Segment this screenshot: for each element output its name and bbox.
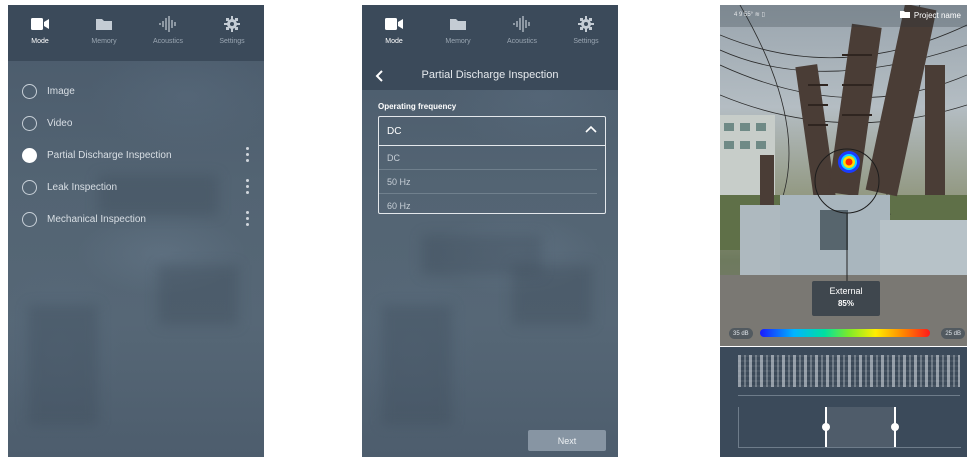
tab-settings[interactable]: Settings [554, 5, 618, 45]
tab-label: Mode [31, 38, 49, 45]
waveform-icon [512, 15, 532, 33]
radio-button[interactable] [22, 179, 37, 195]
mode-label: Partial Discharge Inspection [47, 149, 172, 161]
tab-settings[interactable]: Settings [200, 5, 264, 45]
frequency-dropdown[interactable]: DC DC 50 Hz 60 Hz [378, 116, 606, 214]
mode-label: Leak Inspection [47, 181, 118, 193]
callout-title: External [829, 286, 863, 296]
mode-label: Image [47, 85, 75, 97]
folder-icon [899, 10, 910, 20]
mode-option-image[interactable]: Image [8, 75, 264, 107]
camera-icon [384, 15, 404, 33]
status-text: 4 9 55° ≋ ▯ [734, 12, 765, 18]
tab-mode[interactable]: Mode [8, 5, 72, 45]
mode-list: Image Video Partial Discharge Inspection… [8, 75, 264, 235]
frequency-selection-range[interactable] [826, 407, 896, 447]
scale-max-badge[interactable]: 25 dB [941, 328, 965, 339]
radio-button-selected[interactable] [22, 147, 37, 163]
tab-label: Settings [573, 38, 599, 45]
more-options-icon[interactable] [246, 179, 250, 194]
waveform-icon [158, 15, 178, 33]
project-selector[interactable]: Project name [899, 10, 961, 20]
tab-label: Settings [219, 38, 245, 45]
tab-label: Memory [445, 38, 471, 45]
page-title: Partial Discharge Inspection [421, 69, 559, 81]
dropdown-option[interactable]: 60 Hz [379, 194, 597, 217]
radio-button[interactable] [22, 115, 37, 131]
mode-option-partial-discharge[interactable]: Partial Discharge Inspection [8, 139, 264, 171]
tab-acoustics[interactable]: Acoustics [136, 5, 200, 45]
tab-memory[interactable]: Memory [426, 5, 490, 45]
frequency-axis [738, 395, 960, 396]
mode-option-video[interactable]: Video [8, 107, 264, 139]
callout-value: 85% [837, 299, 854, 308]
radio-button[interactable] [22, 83, 37, 99]
mode-screen: Mode Memory Acoustics Settings Image Vid… [8, 5, 264, 457]
project-name: Project name [913, 10, 961, 20]
tab-mode[interactable]: Mode [362, 5, 426, 45]
color-gradient-bar [760, 329, 930, 337]
sub-header: Partial Discharge Inspection [362, 61, 618, 90]
tab-label: Memory [91, 38, 117, 45]
gear-icon [224, 15, 240, 33]
status-bar: 4 9 55° ≋ ▯ Project name [720, 5, 967, 27]
gear-icon [578, 15, 594, 33]
more-options-icon[interactable] [246, 147, 250, 162]
radio-button[interactable] [22, 211, 37, 227]
selected-value: DC [387, 125, 402, 137]
scale-min-badge[interactable]: 35 dB [729, 328, 753, 339]
frequency-screen: Mode Memory Acoustics Settings Partial D… [362, 5, 618, 457]
range-handle-right[interactable] [891, 407, 899, 447]
mode-option-mechanical[interactable]: Mechanical Inspection [8, 203, 264, 235]
chevron-up-icon [585, 125, 597, 136]
tab-label: Mode [385, 38, 403, 45]
tab-memory[interactable]: Memory [72, 5, 136, 45]
more-options-icon[interactable] [246, 211, 250, 226]
mode-label: Video [47, 117, 73, 129]
tab-label: Acoustics [153, 38, 183, 45]
top-tab-bar: Mode Memory Acoustics Settings [362, 5, 618, 61]
folder-icon [95, 15, 113, 33]
detection-callout: External 85% [812, 281, 880, 316]
spectrogram [738, 355, 960, 387]
dropdown-selected[interactable]: DC [379, 117, 605, 146]
next-button[interactable]: Next [528, 430, 606, 451]
db-color-scale[interactable]: 35 dB 25 dB [720, 327, 967, 341]
tab-label: Acoustics [507, 38, 537, 45]
dropdown-option[interactable]: 50 Hz [379, 170, 597, 194]
spectrogram-panel [720, 347, 967, 457]
field-label: Operating frequency [378, 102, 457, 111]
mode-option-leak[interactable]: Leak Inspection [8, 171, 264, 203]
range-handle-left[interactable] [822, 407, 830, 447]
camera-icon [30, 15, 50, 33]
tab-acoustics[interactable]: Acoustics [490, 5, 554, 45]
camera-view-screen: 4 9 55° ≋ ▯ Project name External 85% 35… [720, 5, 967, 457]
dropdown-option[interactable]: DC [379, 146, 597, 170]
mode-label: Mechanical Inspection [47, 213, 146, 225]
folder-icon [449, 15, 467, 33]
top-tab-bar: Mode Memory Acoustics Settings [8, 5, 264, 61]
